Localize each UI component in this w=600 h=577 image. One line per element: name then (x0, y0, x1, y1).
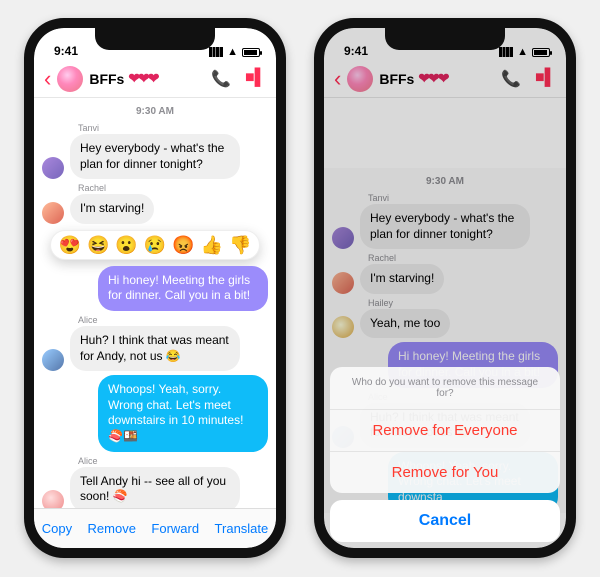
forward-button[interactable]: Forward (151, 521, 199, 536)
message-row: Whoops! Yeah, sorry. Wrong chat. Let's m… (42, 375, 268, 451)
reaction-sad[interactable]: 😢 (144, 236, 166, 254)
hearts-icon: ❤❤❤ (128, 70, 157, 87)
timestamp: 9:30 AM (42, 106, 268, 117)
remove-for-you-button[interactable]: Remove for You (330, 452, 560, 493)
chat-area-left[interactable]: 9:30 AM Tanvi Hey everybody - what's the… (34, 98, 276, 548)
message-bubble[interactable]: Whoops! Yeah, sorry. Wrong chat. Let's m… (98, 375, 268, 451)
translate-button[interactable]: Translate (215, 521, 269, 536)
reaction-thumbs-down[interactable]: 👎 (229, 236, 251, 254)
sender-label: Alice (78, 315, 268, 325)
message-row: Hey everybody - what's the plan for dinn… (42, 134, 268, 179)
avatar[interactable] (42, 157, 64, 179)
wifi-icon: ▲ (227, 46, 238, 58)
sender-label: Tanvi (78, 123, 268, 133)
message-row: I'm starving! (42, 194, 268, 224)
copy-button[interactable]: Copy (42, 521, 72, 536)
chat-title[interactable]: BFFs ❤❤❤ (89, 70, 157, 87)
notch (95, 28, 215, 50)
message-bubble[interactable]: Hey everybody - what's the plan for dinn… (70, 134, 240, 179)
message-row: Huh? I think that was meant for Andy, no… (42, 326, 268, 371)
action-sheet-group: Who do you want to remove this message f… (330, 367, 560, 493)
message-row: Tell Andy hi -- see all of you soon! 🍣 (42, 467, 268, 512)
message-bubble[interactable]: I'm starving! (70, 194, 154, 224)
remove-button[interactable]: Remove (88, 521, 136, 536)
reaction-heart-eyes[interactable]: 😍 (59, 236, 81, 254)
reaction-picker[interactable]: 😍 😆 😮 😢 😡 👍 👎 (50, 230, 261, 260)
reaction-thumbs-up[interactable]: 👍 (201, 236, 223, 254)
cancel-button[interactable]: Cancel (330, 500, 560, 542)
reaction-wow[interactable]: 😮 (115, 236, 137, 254)
message-bubble[interactable]: Tell Andy hi -- see all of you soon! 🍣 (70, 467, 240, 512)
sender-label: Rachel (78, 183, 268, 193)
message-bubble[interactable]: Huh? I think that was meant for Andy, no… (70, 326, 240, 371)
phone-left: 9:41 ▲ ‹ BFFs ❤❤❤ 📞 ■▌ 9:30 AM Tanvi (24, 18, 286, 558)
avatar[interactable] (42, 202, 64, 224)
screen-left: 9:41 ▲ ‹ BFFs ❤❤❤ 📞 ■▌ 9:30 AM Tanvi (34, 28, 276, 548)
back-button[interactable]: ‹ (44, 66, 57, 92)
signal-icon (209, 47, 223, 57)
status-time: 9:41 (54, 44, 78, 58)
sender-label: Alice (78, 456, 268, 466)
message-action-bar: Copy Remove Forward Translate (34, 508, 276, 548)
reaction-angry[interactable]: 😡 (172, 236, 194, 254)
battery-icon (242, 48, 260, 57)
avatar[interactable] (42, 349, 64, 371)
reaction-laugh[interactable]: 😆 (87, 236, 109, 254)
chat-name: BFFs (89, 71, 124, 87)
message-row: Hi honey! Meeting the girls for dinner. … (42, 266, 268, 311)
action-sheet-prompt: Who do you want to remove this message f… (330, 367, 560, 410)
action-sheet: Who do you want to remove this message f… (330, 367, 560, 542)
audio-call-icon[interactable]: 📞 (211, 69, 231, 89)
message-bubble-selected[interactable]: Hi honey! Meeting the girls for dinner. … (98, 266, 268, 311)
chat-avatar[interactable] (57, 66, 83, 92)
phone-right: 9:41 ▲ ‹ BFFs ❤❤❤ 📞 ■▌ 9:30 AM Tanvi (314, 18, 576, 558)
notch (385, 28, 505, 50)
remove-for-everyone-button[interactable]: Remove for Everyone (330, 410, 560, 452)
screen-right: 9:41 ▲ ‹ BFFs ❤❤❤ 📞 ■▌ 9:30 AM Tanvi (324, 28, 566, 548)
chat-header: ‹ BFFs ❤❤❤ 📞 ■▌ (34, 60, 276, 98)
video-call-icon[interactable]: ■▌ (245, 69, 266, 89)
status-indicators: ▲ (209, 46, 260, 58)
